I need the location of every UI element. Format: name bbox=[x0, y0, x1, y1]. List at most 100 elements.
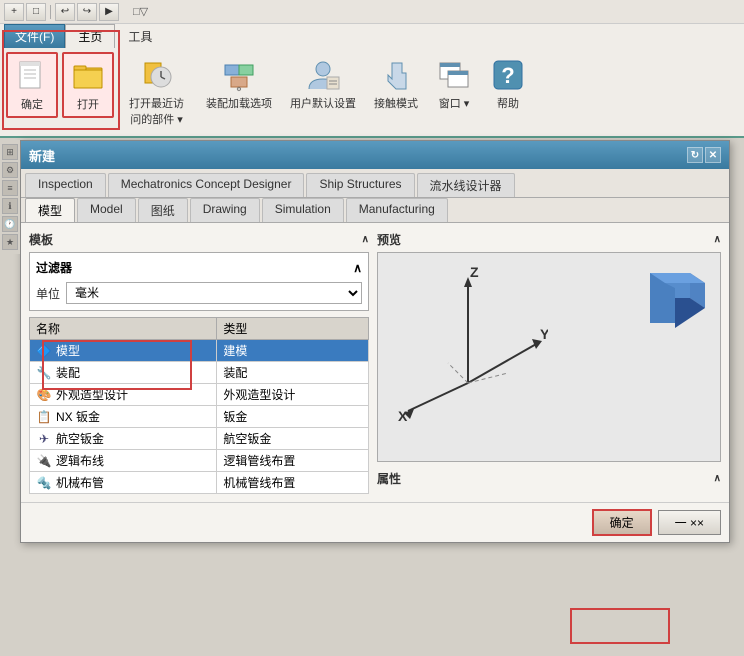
assembly-load-icon: ⚙ bbox=[221, 57, 257, 93]
help-icon: ? bbox=[490, 57, 526, 93]
props-label: 属性 bbox=[377, 470, 401, 487]
template-section-header[interactable]: 模板 ∧ bbox=[29, 231, 369, 248]
qa-redo[interactable]: ↪ bbox=[77, 3, 97, 21]
qa-run[interactable]: ▶ bbox=[99, 3, 119, 21]
tab-simulation[interactable]: Simulation bbox=[262, 198, 344, 222]
template-name-cell: 🔧装配 bbox=[30, 362, 217, 384]
col-name: 名称 bbox=[30, 318, 217, 340]
template-type-cell: 外观造型设计 bbox=[217, 384, 369, 406]
open-label: 打开 bbox=[77, 96, 99, 112]
assembly-load-label: 装配加载选项 bbox=[206, 95, 272, 111]
window-button[interactable]: 窗口 ▾ bbox=[429, 52, 479, 116]
preview-label: 预览 bbox=[377, 231, 401, 248]
help-label: 帮助 bbox=[497, 95, 519, 111]
table-row[interactable]: 🔧装配装配 bbox=[30, 362, 369, 384]
preview-panel: 预览 ∧ Z Y bbox=[377, 231, 721, 494]
qa-btn-2[interactable]: □ bbox=[26, 3, 46, 21]
quick-access-toolbar: + □ ↩ ↪ ▶ □▽ bbox=[0, 0, 744, 24]
table-row[interactable]: 🔌逻辑布线逻辑管线布置 bbox=[30, 450, 369, 472]
tab-mechatronics[interactable]: Mechatronics Concept Designer bbox=[108, 173, 305, 197]
template-type-cell: 航空钣金 bbox=[217, 428, 369, 450]
filter-box: 过滤器 ∧ 单位 毫米 英寸 bbox=[29, 252, 369, 311]
table-row[interactable]: 📋NX 钣金钣金 bbox=[30, 406, 369, 428]
template-name-cell: 📋NX 钣金 bbox=[30, 406, 217, 428]
dialog-title-buttons: ↻ ✕ bbox=[687, 147, 721, 163]
template-name-cell: 🔩机械布管 bbox=[30, 472, 217, 494]
dialog-refresh-btn[interactable]: ↻ bbox=[687, 147, 703, 163]
help-button[interactable]: ? 帮助 bbox=[483, 52, 533, 116]
dialog-titlebar: 新建 ↻ ✕ bbox=[21, 141, 729, 169]
sidebar-icon-clock[interactable]: 🕐 bbox=[2, 216, 18, 232]
filter-label: 过滤器 bbox=[36, 259, 72, 276]
ribbon-panel: 确定 打开 打开最近访问的部件 ▾ bbox=[0, 48, 744, 138]
tab-home[interactable]: 主页 bbox=[65, 24, 115, 48]
template-type-cell: 机械管线布置 bbox=[217, 472, 369, 494]
recent-icon bbox=[139, 57, 175, 93]
sidebar-icon-layers[interactable]: ≡ bbox=[2, 180, 18, 196]
sidebar-icon-gear[interactable]: ⚙ bbox=[2, 162, 18, 178]
dialog-close-btn[interactable]: ✕ bbox=[705, 147, 721, 163]
table-row[interactable]: 🔷模型建模 bbox=[30, 340, 369, 362]
template-type-cell: 建模 bbox=[217, 340, 369, 362]
left-sidebar: ⊞ ⚙ ≡ ℹ 🕐 ★ bbox=[0, 140, 20, 254]
ribbon-tab-bar: 文件(F) 主页 工具 bbox=[0, 24, 744, 48]
touch-mode-button[interactable]: 接触模式 bbox=[367, 52, 425, 116]
filter-row: 单位 毫米 英寸 bbox=[36, 282, 362, 304]
tab-model-en[interactable]: Model bbox=[77, 198, 136, 222]
template-chevron: ∧ bbox=[362, 234, 369, 245]
separator bbox=[50, 5, 51, 19]
sidebar-icon-1[interactable]: ⊞ bbox=[2, 144, 18, 160]
user-defaults-button[interactable]: 用户默认设置 bbox=[283, 52, 363, 116]
svg-text:⚙: ⚙ bbox=[236, 86, 241, 93]
tab-tools[interactable]: 工具 bbox=[115, 24, 165, 48]
sidebar-icon-info[interactable]: ℹ bbox=[2, 198, 18, 214]
open-button[interactable]: 打开 bbox=[62, 52, 114, 118]
template-type-cell: 逻辑管线布置 bbox=[217, 450, 369, 472]
dialog-title-text: 新建 bbox=[29, 146, 55, 165]
tab-ship-structures[interactable]: Ship Structures bbox=[306, 173, 414, 197]
template-type-cell: 装配 bbox=[217, 362, 369, 384]
confirm-button[interactable]: 确定 bbox=[592, 509, 652, 536]
svg-text:?: ? bbox=[501, 63, 514, 88]
tab-file[interactable]: 文件(F) bbox=[4, 24, 65, 48]
template-name-cell: ✈航空钣金 bbox=[30, 428, 217, 450]
tab-manufacturing[interactable]: Manufacturing bbox=[346, 198, 448, 222]
recent-label: 打开最近访问的部件 ▾ bbox=[129, 95, 184, 127]
tab-drawing-cn[interactable]: 图纸 bbox=[138, 198, 188, 222]
new-icon bbox=[14, 58, 50, 94]
col-type: 类型 bbox=[217, 318, 369, 340]
tab-flow-designer[interactable]: 流水线设计器 bbox=[417, 173, 515, 197]
window-label: 窗口 ▾ bbox=[439, 95, 470, 111]
preview-area: Z Y X bbox=[377, 252, 721, 462]
cancel-button[interactable]: 一 ×× bbox=[658, 510, 721, 535]
dialog-body: 模板 ∧ 过滤器 ∧ 单位 毫米 英寸 bbox=[21, 223, 729, 502]
window-icon bbox=[436, 57, 472, 93]
filter-chevron[interactable]: ∧ bbox=[353, 261, 362, 275]
new-button[interactable]: 确定 bbox=[6, 52, 58, 118]
dialog-tab-bar: Inspection Mechatronics Concept Designer… bbox=[21, 169, 729, 198]
filter-title: 过滤器 ∧ bbox=[36, 259, 362, 276]
template-name-cell: 🎨外观造型设计 bbox=[30, 384, 217, 406]
sidebar-icon-star[interactable]: ★ bbox=[2, 234, 18, 250]
table-row[interactable]: ✈航空钣金航空钣金 bbox=[30, 428, 369, 450]
unit-label: 单位 bbox=[36, 285, 60, 302]
assembly-load-button[interactable]: ⚙ 装配加载选项 bbox=[199, 52, 279, 116]
qa-undo[interactable]: ↩ bbox=[55, 3, 75, 21]
unit-select[interactable]: 毫米 英寸 bbox=[66, 282, 362, 304]
template-name-cell: 🔌逻辑布线 bbox=[30, 450, 217, 472]
qa-new-btn[interactable]: + bbox=[4, 3, 24, 21]
recent-button[interactable]: 打开最近访问的部件 ▾ bbox=[122, 52, 191, 132]
preview-3d-model bbox=[630, 263, 710, 346]
new-label: 确定 bbox=[21, 96, 43, 112]
props-header[interactable]: 属性 ∧ bbox=[377, 470, 721, 487]
template-table: 名称 类型 🔷模型建模🔧装配装配🎨外观造型设计外观造型设计📋NX 钣金钣金✈航空… bbox=[29, 317, 369, 494]
preview-header[interactable]: 预览 ∧ bbox=[377, 231, 721, 248]
table-row[interactable]: 🔩机械布管机械管线布置 bbox=[30, 472, 369, 494]
tab-model-cn[interactable]: 模型 bbox=[25, 198, 75, 222]
svg-text:Y: Y bbox=[540, 326, 548, 342]
preview-section: 预览 ∧ Z Y bbox=[377, 231, 721, 462]
tab-inspection[interactable]: Inspection bbox=[25, 173, 106, 197]
window-controls: □▽ bbox=[129, 5, 152, 18]
table-row[interactable]: 🎨外观造型设计外观造型设计 bbox=[30, 384, 369, 406]
tab-drawing-en[interactable]: Drawing bbox=[190, 198, 260, 222]
